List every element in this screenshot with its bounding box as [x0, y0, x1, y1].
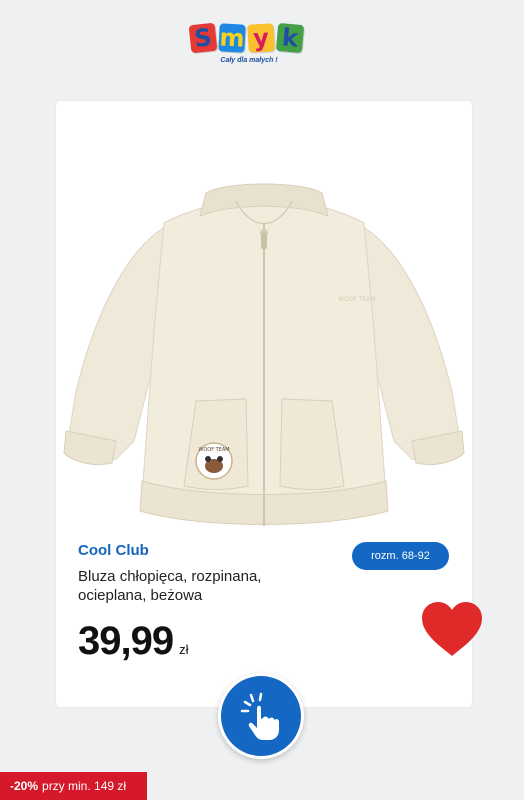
promo-banner[interactable]: -20% przy min. 149 zł: [0, 772, 147, 800]
logo-letters: S m y k: [188, 22, 335, 54]
page: S m y k Cały dla małych ! WOOF TEAM WOOF…: [0, 0, 524, 800]
logo-letter: y: [247, 23, 275, 53]
logo-letter: S: [188, 22, 218, 54]
heart-icon[interactable]: [420, 600, 484, 660]
chest-embroidery: WOOF TEAM: [338, 296, 375, 303]
logo-letter: m: [218, 23, 246, 53]
price-value: 39,99: [78, 619, 174, 663]
size-badge[interactable]: rozm. 68-92: [352, 542, 449, 570]
jacket-image: WOOF TEAM WOOF TEAM: [63, 183, 465, 526]
smyk-logo[interactable]: S m y k Cały dla małych !: [188, 22, 335, 74]
logo-tagline: Cały dla małych !: [220, 57, 278, 64]
price-currency: zł: [179, 642, 189, 657]
product-name[interactable]: Bluza chłopięca, rozpinana, ocieplana, b…: [78, 567, 318, 605]
promo-condition: przy min. 149 zł: [42, 779, 127, 793]
product-card[interactable]: WOOF TEAM WOOF TEAM Cool Club Bluza chło…: [56, 101, 472, 707]
tap-hand-icon: [240, 692, 279, 740]
tap-button[interactable]: [218, 673, 304, 759]
patch-text: WOOF TEAM: [198, 447, 229, 453]
price: 39,99 zł: [78, 619, 189, 664]
promo-discount: -20%: [10, 779, 39, 793]
logo-letter: k: [275, 22, 305, 54]
product-brand[interactable]: Cool Club: [78, 542, 149, 559]
